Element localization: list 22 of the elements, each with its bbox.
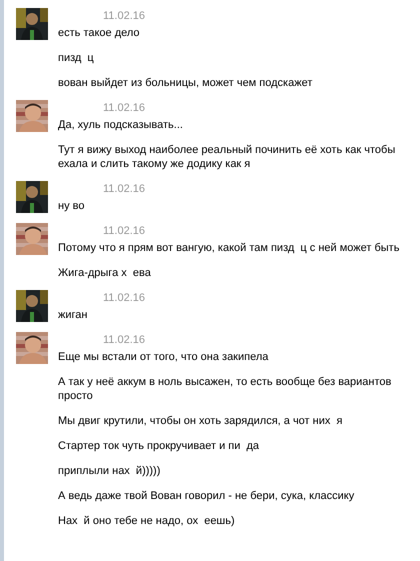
message-date: 11.02.16	[103, 333, 146, 347]
message-text: жиган	[58, 308, 88, 322]
message-text: есть такое дело	[58, 26, 140, 40]
message-text: Жига-дрыга х ева	[58, 266, 151, 280]
message-text: А так у неё аккум в ноль высажен, то есть вообще без вариантов просто	[58, 375, 392, 403]
message-text: ну во	[58, 199, 84, 213]
message-text: Еще мы встали от того, что она закипела	[58, 350, 268, 364]
message-text: вован выйдет из больницы, может чем подскажет	[58, 76, 312, 90]
message-date: 11.02.16	[103, 101, 146, 115]
message-date: 11.02.16	[103, 182, 146, 196]
message-text: Мы двиг крутили, чтобы он хоть зарядился, а чот них я	[58, 414, 342, 428]
message-text: Потому что я прям вот вангую, какой там пизд ц с ней может быть	[58, 241, 400, 255]
message-text: пизд ц	[58, 51, 94, 65]
message-text: Да, хуль подсказывать...	[58, 118, 183, 132]
message-date: 11.02.16	[103, 291, 146, 305]
message-text: Нах й оно тебе не надо, ох еешь)	[58, 514, 235, 528]
message-text: приплыли нах й)))))	[58, 464, 160, 478]
message-text: Тут я вижу выход наиболее реальный починить её хоть как чтобы ехала и слить такому же додику как я	[58, 143, 396, 171]
message-text: Стартер ток чуть прокручивает и пи да	[58, 439, 260, 453]
message-date: 11.02.16	[103, 9, 146, 23]
message-text: А ведь даже твой Вован говорил - не бери, сука, классику	[58, 489, 354, 503]
message-date: 11.02.16	[103, 224, 146, 238]
